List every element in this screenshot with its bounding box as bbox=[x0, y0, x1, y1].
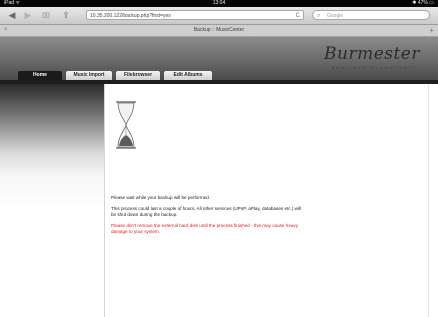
status-bar: iPad ᯤ 13:04 ✱ 47% ▭ bbox=[0, 0, 438, 7]
reload-icon[interactable]: C bbox=[296, 11, 300, 21]
back-icon[interactable]: ◀ bbox=[6, 10, 18, 21]
tab-bar: × Backup :: MusicCenter + bbox=[0, 25, 438, 37]
address-bar[interactable]: 10.35.200.122/backup.php?first=yes C bbox=[86, 10, 304, 20]
clock: 13:04 bbox=[212, 0, 226, 6]
bookmarks-icon[interactable]: ▯▯ bbox=[40, 10, 52, 21]
forward-icon[interactable]: ▶ bbox=[22, 10, 34, 21]
nav-tab-home[interactable]: Home bbox=[18, 71, 62, 80]
url-text: 10.35.200.122/backup.php?first=yes bbox=[90, 13, 171, 19]
new-tab-icon[interactable]: + bbox=[429, 25, 434, 36]
search-icon: ⌕ bbox=[317, 13, 321, 19]
sidebar bbox=[0, 84, 104, 317]
warning-message-line2: damage to your system. bbox=[111, 229, 161, 234]
nav-tab-filebrowser[interactable]: Filebrowser bbox=[116, 71, 160, 80]
nav-tab-edit-albums[interactable]: Edit Albums bbox=[164, 71, 212, 80]
main-content: Please wait while your backup will be pe… bbox=[104, 84, 429, 317]
nav-tab-music-import[interactable]: Music Import bbox=[66, 71, 112, 80]
page-title: Backup :: MusicCenter bbox=[193, 27, 245, 33]
brand-tagline: BERLINER KLANGKUNST bbox=[331, 65, 418, 70]
webpage: Burmester BERLINER KLANGKUNST Home Music… bbox=[0, 37, 438, 317]
wait-message: Please wait while your backup will be pe… bbox=[111, 195, 211, 200]
share-icon[interactable]: ⇪ bbox=[60, 10, 72, 21]
hourglass-icon bbox=[116, 101, 136, 149]
ipad-screen: iPad ᯤ 13:04 ✱ 47% ▭ ◀ ▶ ▯▯ ⇪ 10.35.200.… bbox=[0, 0, 438, 317]
battery-indicator: ✱ 47% ▭ bbox=[412, 0, 434, 6]
search-placeholder: Google bbox=[327, 13, 344, 19]
brand-logo[interactable]: Burmester bbox=[324, 44, 420, 64]
info-message-line2: be shut down during the backup. bbox=[111, 212, 178, 217]
search-input[interactable]: ⌕ Google bbox=[312, 10, 430, 20]
site-header: Burmester BERLINER KLANGKUNST Home Music… bbox=[0, 37, 438, 80]
browser-toolbar: ◀ ▶ ▯▯ ⇪ 10.35.200.122/backup.php?first=… bbox=[0, 7, 438, 25]
page-right-margin bbox=[428, 84, 438, 317]
